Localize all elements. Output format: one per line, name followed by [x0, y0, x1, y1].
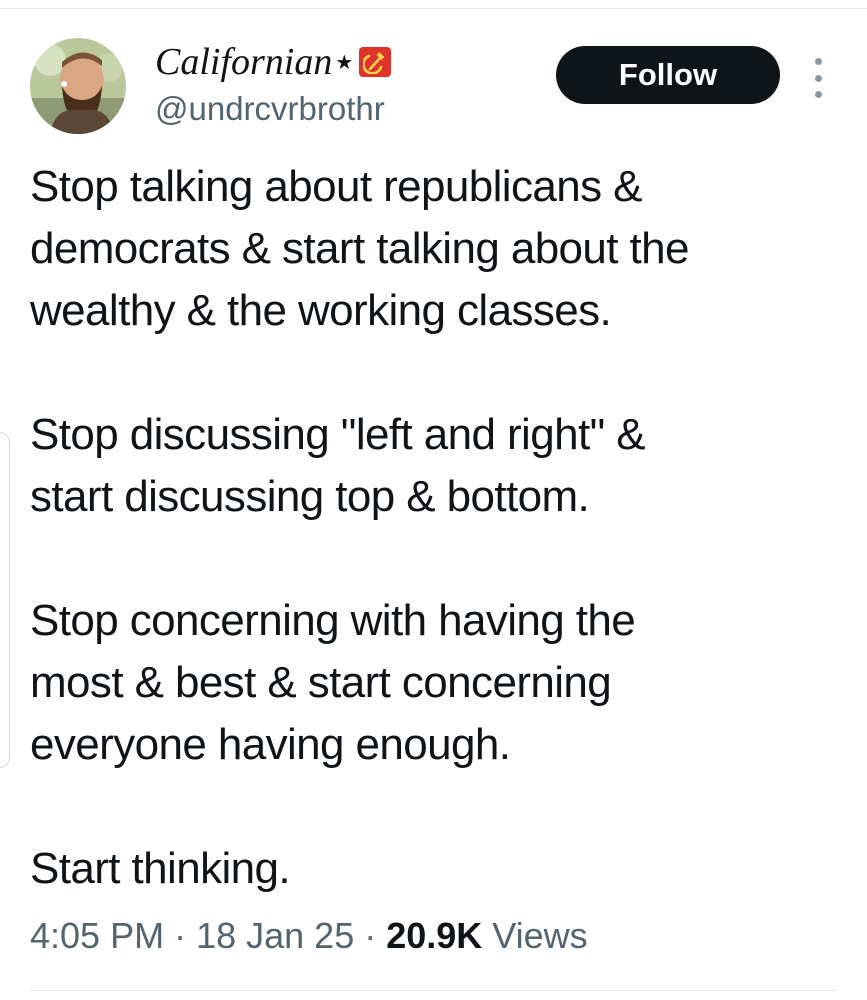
- author-name-row[interactable]: Californian ★: [155, 40, 392, 84]
- tweet-text: Stop talking about republicans & democra…: [30, 156, 840, 900]
- avatar-image: [30, 38, 126, 134]
- top-divider: [0, 8, 867, 9]
- views-label: Views: [482, 915, 588, 956]
- bottom-divider: [30, 990, 837, 991]
- author-display-name[interactable]: Californian: [155, 40, 332, 84]
- tweet-meta: 4:05 PM · 18 Jan 25 · 20.9K Views: [30, 910, 588, 962]
- hammer-and-sickle-icon: [359, 47, 392, 77]
- left-edge-panel: [0, 432, 10, 768]
- tweet-date[interactable]: 18 Jan 25: [196, 915, 354, 956]
- meta-separator: ·: [354, 915, 387, 956]
- views-count[interactable]: 20.9K: [386, 915, 482, 956]
- follow-button[interactable]: Follow: [556, 46, 780, 104]
- tweet-paragraph: Start thinking.: [30, 844, 291, 893]
- author-handle[interactable]: @undrcvrbrothr: [155, 89, 385, 129]
- tweet-time[interactable]: 4:05 PM: [30, 915, 164, 956]
- vertical-ellipsis-icon: [814, 58, 822, 65]
- more-options-button[interactable]: [808, 58, 828, 98]
- tweet-paragraph: Stop discussing "left and right" & start…: [30, 410, 646, 521]
- avatar[interactable]: [30, 38, 126, 134]
- star-icon: ★: [335, 51, 354, 74]
- meta-separator: ·: [164, 915, 197, 956]
- tweet-paragraph: Stop talking about republicans & democra…: [30, 162, 690, 335]
- tweet-paragraph: Stop concerning with having the most & b…: [30, 596, 636, 769]
